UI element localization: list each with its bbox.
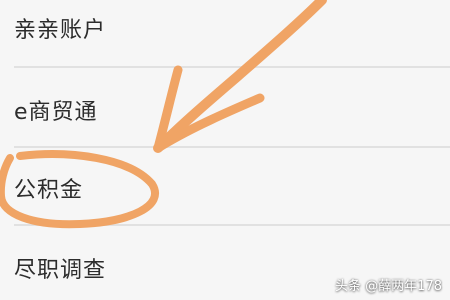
menu-item-qinqin-account[interactable]: 亲亲账户 xyxy=(0,0,450,68)
menu-item-label: 亲亲账户 xyxy=(14,18,107,43)
menu-item-label: 尽职调查 xyxy=(14,258,107,283)
watermark: 头条 @薛两年178 xyxy=(335,279,442,294)
menu-item-e-commerce[interactable]: e商贸通 xyxy=(0,68,450,146)
menu-item-label: 公积金 xyxy=(14,178,84,203)
menu-list: 亲亲账户 e商贸通 公积金 尽职调查 xyxy=(0,0,450,300)
menu-item-label: e商贸通 xyxy=(14,100,98,125)
menu-item-provident-fund[interactable]: 公积金 xyxy=(0,148,450,226)
